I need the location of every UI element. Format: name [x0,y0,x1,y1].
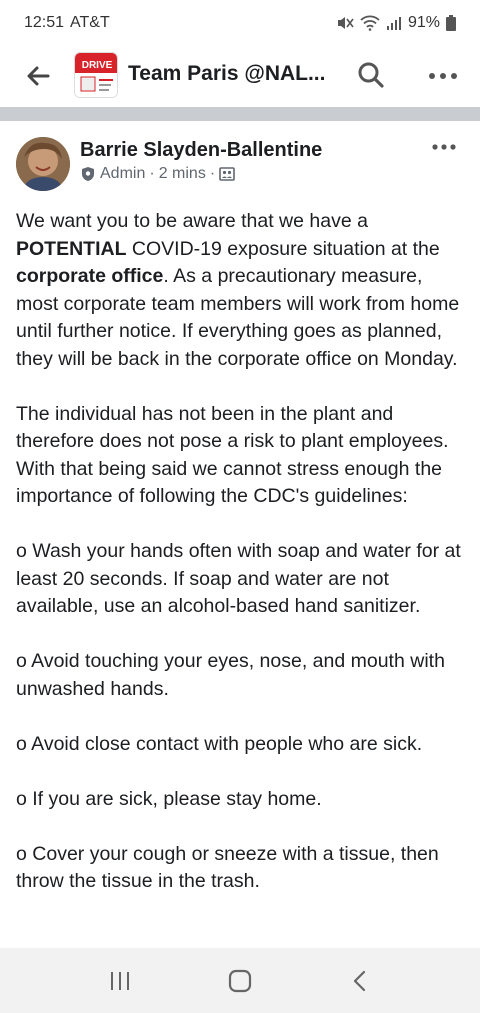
search-button[interactable] [356,60,386,90]
meta-separator: · [209,165,216,182]
group-thumb-text: DRIVE [82,60,113,71]
battery-level: 91% [407,14,440,31]
group-audience-icon [219,167,235,181]
post-header: Barrie Slayden-Ballentine Admin · 2 mins… [0,121,480,201]
nav-back-button[interactable] [340,961,380,1001]
wifi-icon [360,15,380,31]
post-paragraph: o Wash your hands often with soap and wa… [16,540,461,617]
more-horizontal-icon [429,73,457,79]
post-paragraph: o Cover your cough or sneeze with a tiss… [16,842,439,893]
post-meta: Admin · 2 mins · [80,165,235,183]
post-options-button[interactable] [430,139,458,155]
mute-icon [336,15,354,31]
more-horizontal-icon [432,144,456,150]
post-text-bold: corporate office [16,265,164,287]
status-carrier: AT&T [70,14,110,31]
post-paragraph: o Avoid close contact with people who ar… [16,732,423,755]
post-paragraph: o Avoid touching your eyes, nose, and mo… [16,650,445,700]
group-logo-icon: DRIVE [75,53,117,97]
shield-icon [82,167,94,181]
app-bar: DRIVE Team Paris @NAL... [0,46,480,106]
post-text-bold: POTENTIAL [16,237,127,260]
post-time[interactable]: 2 mins [159,165,206,183]
post-paragraph: We want you to be aware that we have a P… [16,208,468,373]
post-text: COVID-19 exposure situation at the [126,237,440,260]
author-role: Admin [100,165,146,182]
divider [0,107,480,121]
group-thumbnail[interactable]: DRIVE [74,52,118,98]
status-time: 12:51 [24,14,65,31]
battery-icon [446,15,456,31]
status-bar: 12:51 AT&T 91% [0,0,480,46]
home-icon [228,969,252,992]
search-icon [358,62,384,88]
recents-button[interactable] [100,961,140,1001]
author-name[interactable]: Barrie Slayden-Ballentine [80,139,322,162]
arrow-left-icon [27,66,50,86]
status-left: 12:51 AT&T [24,14,110,32]
author-photo [16,137,70,191]
system-nav-bar [0,948,480,1013]
back-chevron-icon [353,970,366,991]
more-options-button[interactable] [426,62,460,90]
screen-content: 12:51 AT&T 91% DRIVE Team Paris @NAL... … [0,0,480,948]
group-title[interactable]: Team Paris @NAL... [128,62,338,86]
post-text: We want you to be aware that we have a [16,210,368,232]
status-right: 91% [336,14,456,32]
home-button[interactable] [220,961,260,1001]
post-paragraph: o If you are sick, please stay home. [16,787,322,810]
avatar[interactable] [16,137,70,191]
meta-separator: · [149,165,155,182]
back-button[interactable] [22,60,54,92]
post-body: We want you to be aware that we have a P… [16,208,468,923]
recents-icon [111,971,129,990]
post-paragraph: The individual has not been in the plant… [16,402,449,508]
signal-icon [386,16,402,30]
